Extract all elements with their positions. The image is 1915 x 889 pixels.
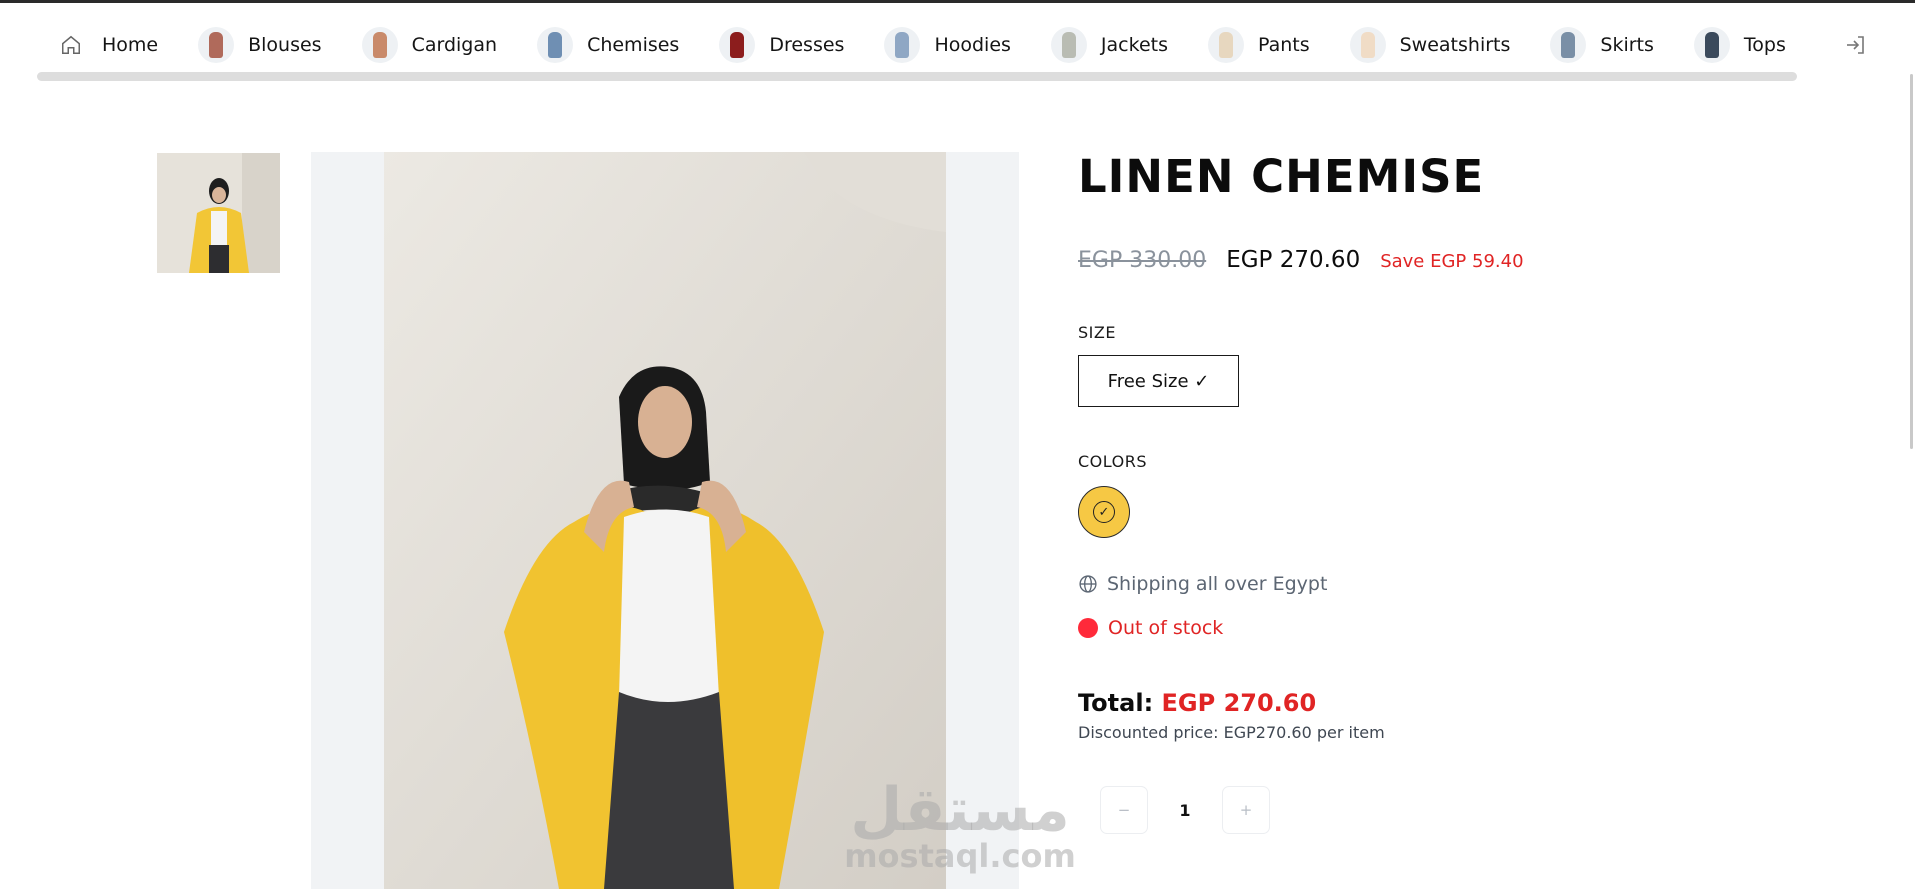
total-label: Total:: [1078, 689, 1154, 717]
chemise-thumbnail: [537, 27, 574, 63]
nav-item-label: Jackets: [1100, 34, 1168, 56]
quantity-stepper: − 1 +: [1100, 786, 1838, 834]
nav-item-dresses[interactable]: Dresses: [719, 22, 844, 68]
sweatshirt-thumbnail: [1349, 27, 1386, 63]
price-row: EGP 330.00 EGP 270.60 Save EGP 59.40: [1078, 247, 1838, 273]
sale-price: EGP 270.60: [1226, 247, 1361, 273]
nav-item-blouses[interactable]: Blouses: [198, 22, 322, 68]
nav-item-label: Cardigan: [411, 34, 498, 56]
size-label: SIZE: [1078, 323, 1116, 342]
color-swatch-yellow[interactable]: ✓: [1078, 486, 1130, 538]
nav-item-jackets[interactable]: Jackets: [1050, 22, 1168, 68]
nav-item-sweatshirts[interactable]: Sweatshirts: [1349, 22, 1511, 68]
nav-item-skirts[interactable]: Skirts: [1550, 22, 1654, 68]
nav-item-label: Home: [102, 34, 159, 56]
shipping-text: Shipping all over Egypt: [1107, 573, 1328, 595]
stock-status: Out of stock: [1078, 617, 1838, 639]
dress-thumbnail: [719, 27, 756, 63]
watermark-arabic: مستقل: [850, 775, 1070, 845]
product-thumbnail[interactable]: [157, 153, 280, 273]
increase-quantity-button[interactable]: +: [1222, 786, 1270, 834]
total-row: Total: EGP 270.60: [1078, 689, 1838, 717]
globe-icon: [1079, 575, 1097, 593]
stock-text: Out of stock: [1108, 617, 1224, 639]
nav-item-label: Dresses: [769, 34, 845, 56]
pants-thumbnail: [1207, 27, 1244, 63]
check-icon: ✓: [1093, 501, 1115, 523]
nav-item-home[interactable]: Home: [38, 22, 158, 68]
nav-item-hoodies[interactable]: Hoodies: [884, 22, 1011, 68]
product-thumbnail-image: [157, 153, 280, 273]
savings-text: Save EGP 59.40: [1380, 251, 1524, 272]
watermark: مستقل mostaql.com: [840, 780, 1080, 872]
original-price: EGP 330.00: [1078, 248, 1207, 273]
nav-item-label: Sweatshirts: [1399, 34, 1511, 56]
colors-label: COLORS: [1078, 452, 1147, 471]
nav-item-label: Chemises: [587, 34, 680, 56]
total-value: EGP 270.60: [1161, 689, 1317, 717]
watermark-latin: mostaql.com: [844, 837, 1076, 875]
jacket-thumbnail: [1050, 27, 1087, 63]
quantity-value: 1: [1179, 800, 1191, 820]
nav-item-tops[interactable]: Tops: [1693, 22, 1786, 68]
product-title: LINEN CHEMISE: [1078, 150, 1485, 203]
nav-item-chemises[interactable]: Chemises: [537, 22, 679, 68]
decrease-quantity-button[interactable]: −: [1100, 786, 1148, 834]
skirt-thumbnail: [1550, 27, 1587, 63]
nav-item-label: Blouses: [248, 34, 322, 56]
product-info: LINEN CHEMISE EGP 330.00 EGP 270.60 Save…: [1078, 150, 1838, 834]
home-icon: [62, 35, 80, 54]
shipping-info: Shipping all over Egypt: [1078, 573, 1838, 595]
page-scrollbar[interactable]: [1910, 74, 1913, 449]
nav-scrollbar[interactable]: [37, 72, 1797, 81]
nav-item-label: Tops: [1743, 34, 1786, 56]
top-border: [0, 0, 1915, 3]
top-thumbnail: [1693, 27, 1730, 63]
nav-item-label: Skirts: [1600, 34, 1654, 56]
status-dot-icon: [1078, 618, 1098, 638]
blouse-thumbnail: [198, 27, 235, 63]
login-icon[interactable]: [1844, 33, 1868, 57]
cardigan-thumbnail: [361, 27, 398, 63]
hoodie-thumbnail: [884, 27, 921, 63]
nav-item-label: Hoodies: [934, 34, 1011, 56]
nav-item-cardigan[interactable]: Cardigan: [361, 22, 498, 68]
discount-note: Discounted price: EGP270.60 per item: [1078, 723, 1385, 742]
category-nav: Home Blouses Cardigan Chemises Dresses Hoodi…: [38, 22, 1868, 68]
size-option-free-size[interactable]: Free Size ✓: [1078, 355, 1239, 407]
nav-item-label: Pants: [1257, 34, 1310, 56]
nav-item-pants[interactable]: Pants: [1207, 22, 1310, 68]
